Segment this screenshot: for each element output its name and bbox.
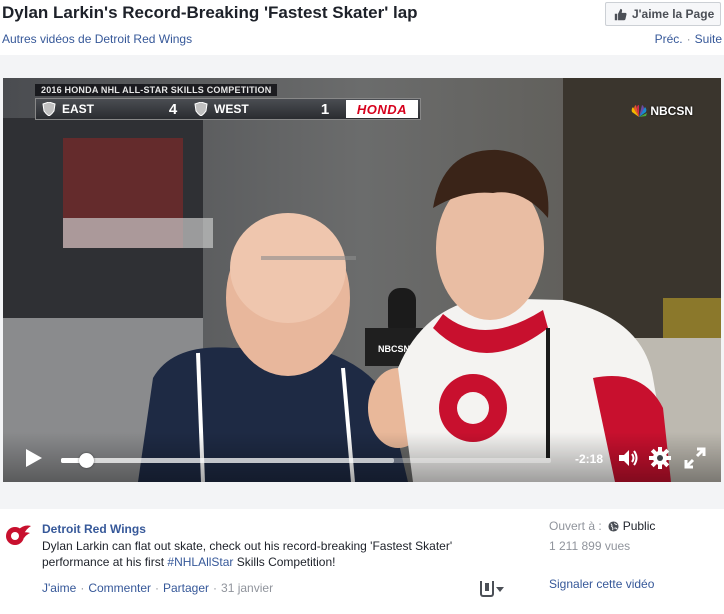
audience-label: Ouvert à : <box>549 519 602 533</box>
network-name: NBCSN <box>650 104 693 118</box>
chevron-down-icon <box>496 586 504 592</box>
globe-icon <box>608 520 619 532</box>
time-remaining: -2:18 <box>575 452 604 466</box>
action-separator: · <box>155 581 159 595</box>
view-count: 1 211 899 vues <box>549 539 631 553</box>
hashtag-link[interactable]: #NHLAllStar <box>167 555 233 569</box>
like-page-button[interactable]: J'aime la Page <box>605 2 721 26</box>
post-meta: Ouvert à : Public 1 211 899 vues <box>549 519 655 553</box>
action-separator: · <box>80 581 85 595</box>
score-east: 4 <box>168 100 178 118</box>
video-title: Dylan Larkin's Record-Breaking 'Fastest … <box>2 3 418 22</box>
audience-value: Public <box>622 519 656 533</box>
network-logo: NBCSN <box>631 104 693 118</box>
video-player[interactable]: NBCSN 2016 HONDA NHL ALL-STAR SKILLS COM… <box>3 78 721 482</box>
audience-row: Ouvert à : Public <box>549 519 655 533</box>
score-row: EAST 4 WEST 1 HONDA <box>35 98 421 120</box>
description-text-end: Skills Competition! <box>233 555 336 569</box>
audience-selector: Public <box>608 519 656 533</box>
post-date-link[interactable]: 31 janvier <box>221 581 273 595</box>
video-pager: Préc. · Suite <box>655 32 722 46</box>
volume-icon[interactable] <box>616 446 640 470</box>
embed-icon <box>480 581 494 597</box>
team-west: WEST 1 <box>188 99 340 119</box>
progress-track[interactable] <box>61 453 551 468</box>
report-video-link[interactable]: Signaler cette vidéo <box>549 577 654 591</box>
peacock-icon <box>631 105 648 117</box>
thumbs-up-icon <box>614 8 627 20</box>
team-east-name: EAST <box>62 102 95 116</box>
post-description: Dylan Larkin can flat out skate, check o… <box>42 538 512 570</box>
video-frame: NBCSN <box>3 78 721 482</box>
share-link[interactable]: Partager <box>163 581 209 595</box>
mic-flag-label: NBCSN <box>378 344 410 354</box>
nhl-shield-icon <box>194 102 208 116</box>
comment-link[interactable]: Commenter <box>88 581 151 595</box>
more-videos-link[interactable]: Autres vidéos de Detroit Red Wings <box>2 32 192 46</box>
sponsor-logo: HONDA <box>346 100 418 118</box>
player-controls: -2:18 <box>3 432 721 482</box>
post-footer: Detroit Red Wings Dylan Larkin can flat … <box>0 510 724 614</box>
buffered-bar <box>61 458 395 463</box>
play-icon[interactable] <box>25 448 43 468</box>
pager-separator: · <box>686 32 691 46</box>
post-actions: J'aime · Commenter · Partager · 31 janvi… <box>42 581 273 595</box>
red-wings-logo-icon[interactable] <box>4 520 32 548</box>
previous-link[interactable]: Préc. <box>655 32 683 46</box>
page-name-link[interactable]: Detroit Red Wings <box>42 522 146 536</box>
like-link[interactable]: J'aime <box>42 581 76 595</box>
next-link[interactable]: Suite <box>695 32 722 46</box>
progress-thumb[interactable] <box>78 453 94 468</box>
event-label: 2016 HONDA NHL ALL-STAR SKILLS COMPETITI… <box>35 84 278 96</box>
scoreboard-overlay: 2016 HONDA NHL ALL-STAR SKILLS COMPETITI… <box>35 84 421 120</box>
fullscreen-icon[interactable] <box>683 446 707 470</box>
like-page-label: J'aime la Page <box>632 7 715 21</box>
share-options-menu[interactable] <box>480 580 514 598</box>
nhl-shield-icon <box>42 102 56 116</box>
action-separator: · <box>213 581 218 595</box>
team-west-name: WEST <box>214 102 249 116</box>
score-west: 1 <box>320 100 330 118</box>
gear-icon[interactable] <box>648 446 672 470</box>
team-east: EAST 4 <box>36 99 188 119</box>
